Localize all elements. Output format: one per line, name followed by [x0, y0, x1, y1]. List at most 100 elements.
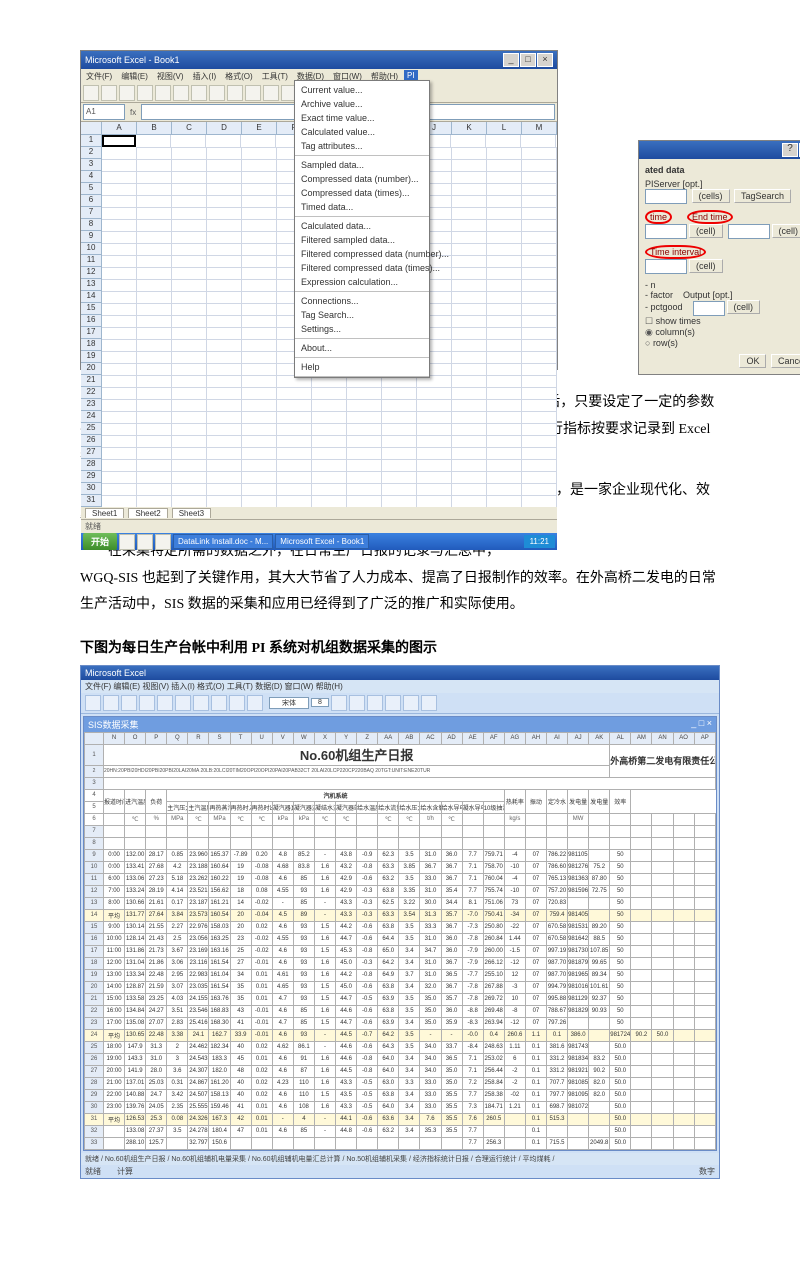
cell-button[interactable]: (cell) [689, 259, 723, 273]
subwin-titlebar: SIS数据采集 _ □ × [84, 717, 716, 732]
new-icon[interactable] [83, 85, 99, 101]
cut-icon[interactable] [155, 85, 171, 101]
menu-item[interactable]: 视图(V) [154, 70, 187, 83]
name-box[interactable]: A1 [83, 104, 125, 120]
tb-icon[interactable] [349, 695, 365, 711]
pi-dialog: ?× ated data PIServer [opt.] (cells) Tag… [638, 140, 800, 375]
undo-icon[interactable] [209, 85, 225, 101]
save-icon[interactable] [119, 85, 135, 101]
menu-item[interactable]: Help [295, 360, 429, 374]
tb-icon[interactable] [229, 695, 245, 711]
dialog-titlebar: ?× [639, 141, 800, 159]
cancel-button[interactable]: Cancel [771, 354, 800, 368]
redo-icon[interactable] [227, 85, 243, 101]
quick-launch-icon[interactable] [137, 534, 153, 550]
taskbar-app[interactable]: DataLink Install.doc - M... [173, 534, 273, 549]
endtime-input[interactable] [728, 224, 770, 239]
subwin-buttons: _ □ × [691, 718, 712, 731]
tb-icon[interactable] [385, 695, 401, 711]
menu-item[interactable]: Compressed data (times)... [295, 186, 429, 200]
quick-launch-icon[interactable] [119, 534, 135, 550]
start-button[interactable]: 开始 [83, 533, 117, 550]
tb-icon[interactable] [247, 695, 263, 711]
tagsearch-button[interactable]: TagSearch [734, 189, 791, 203]
excel2-titlebar: Microsoft Excel [81, 666, 719, 680]
menu-item[interactable]: Timed data... [295, 200, 429, 214]
menu-item[interactable]: Tag Search... [295, 308, 429, 322]
pi-dropdown-menu[interactable]: Current value...Archive value...Exact ti… [294, 80, 430, 378]
menu-item[interactable]: Calculated value... [295, 125, 429, 139]
time-label: time [645, 210, 672, 224]
cell-button[interactable]: (cell) [772, 224, 800, 238]
menu-item[interactable]: Filtered compressed data (times)... [295, 261, 429, 275]
sheet-tabs-2[interactable]: 就绪 / No.60机组生产日报 / No.60机组辅机电量采集 / No.60… [81, 1153, 719, 1165]
sheet-tabs[interactable]: Sheet1 Sheet2 Sheet3 [81, 507, 557, 519]
menu-item[interactable]: About... [295, 341, 429, 355]
tb-icon[interactable] [85, 695, 101, 711]
showtimes-checkbox[interactable]: show times [645, 316, 701, 326]
status-bar-2: 就绪 计算 数字 [81, 1165, 719, 1178]
menu-item[interactable]: Settings... [295, 322, 429, 336]
ok-button[interactable]: OK [739, 354, 766, 368]
cell-button[interactable]: (cell) [689, 224, 723, 238]
print-icon[interactable] [137, 85, 153, 101]
fx-icon[interactable]: fx [127, 108, 139, 117]
sum-icon[interactable] [245, 85, 261, 101]
rows-radio[interactable]: row(s) [645, 338, 678, 348]
open-icon[interactable] [101, 85, 117, 101]
sort-icon[interactable] [263, 85, 279, 101]
tag-input[interactable] [645, 189, 687, 204]
sheet-tab[interactable]: Sheet1 [85, 508, 124, 518]
cell-button[interactable]: (cell) [727, 300, 761, 314]
paste-icon[interactable] [191, 85, 207, 101]
starttime-input[interactable] [645, 224, 687, 239]
taskbar-app[interactable]: Microsoft Excel - Book1 [275, 534, 369, 549]
tb-icon[interactable] [139, 695, 155, 711]
menu-item[interactable]: Connections... [295, 294, 429, 308]
sheet-tab[interactable]: Sheet2 [128, 508, 167, 518]
output-input[interactable] [693, 301, 725, 316]
menu-item[interactable]: Calculated data... [295, 219, 429, 233]
tb-icon[interactable] [367, 695, 383, 711]
menu-item[interactable]: 编辑(E) [118, 70, 151, 83]
maximize-icon[interactable]: □ [520, 53, 536, 67]
menu-item[interactable]: 插入(I) [190, 70, 220, 83]
menu-item[interactable]: Tag attributes... [295, 139, 429, 153]
system-tray[interactable]: 11:21 [524, 535, 555, 548]
menu-item[interactable]: Exact time value... [295, 111, 429, 125]
tb-icon[interactable] [403, 695, 419, 711]
tb-icon[interactable] [211, 695, 227, 711]
sheet-tab[interactable]: Sheet3 [172, 508, 211, 518]
menu-item[interactable]: Compressed data (number)... [295, 172, 429, 186]
tb-icon[interactable] [193, 695, 209, 711]
quick-launch-icon[interactable] [155, 534, 171, 550]
interval-input[interactable] [645, 259, 687, 274]
menu-item[interactable]: Filtered compressed data (number)... [295, 247, 429, 261]
menu-item[interactable]: 文件(F) [83, 70, 115, 83]
paragraph-4: WGQ-SIS 也起到了关键作用，其大大节省了人力成本、提高了日报制作的效率。在… [80, 566, 720, 619]
tb-icon[interactable] [331, 695, 347, 711]
menu-item[interactable]: 工具(T) [259, 70, 291, 83]
menu-item[interactable]: Expression calculation... [295, 275, 429, 289]
cells-button[interactable]: (cells) [692, 189, 730, 203]
minimize-icon[interactable]: _ [503, 53, 519, 67]
menu-item[interactable]: 格式(O) [222, 70, 256, 83]
tb-icon[interactable] [421, 695, 437, 711]
dialog-caption: ated data [645, 165, 800, 175]
tb-icon[interactable] [121, 695, 137, 711]
menu-item[interactable]: Archive value... [295, 97, 429, 111]
menu-item[interactable]: Current value... [295, 83, 429, 97]
font-size[interactable]: 8 [311, 698, 329, 707]
columns-radio[interactable]: column(s) [645, 327, 695, 337]
copy-icon[interactable] [173, 85, 189, 101]
font-name[interactable]: 宋体 [269, 697, 309, 709]
tb-icon[interactable] [157, 695, 173, 711]
report-table[interactable]: NOPQRSTUVWXYZAAABACADAEAFAGAHAIAJAKALAMA… [84, 732, 716, 1150]
excel2-menubar[interactable]: 文件(F) 编辑(E) 视图(V) 插入(I) 格式(O) 工具(T) 数据(D… [81, 680, 719, 693]
menu-item[interactable]: Sampled data... [295, 158, 429, 172]
help-icon[interactable]: ? [782, 143, 798, 157]
menu-item[interactable]: Filtered sampled data... [295, 233, 429, 247]
tb-icon[interactable] [103, 695, 119, 711]
close-icon[interactable]: × [537, 53, 553, 67]
tb-icon[interactable] [175, 695, 191, 711]
